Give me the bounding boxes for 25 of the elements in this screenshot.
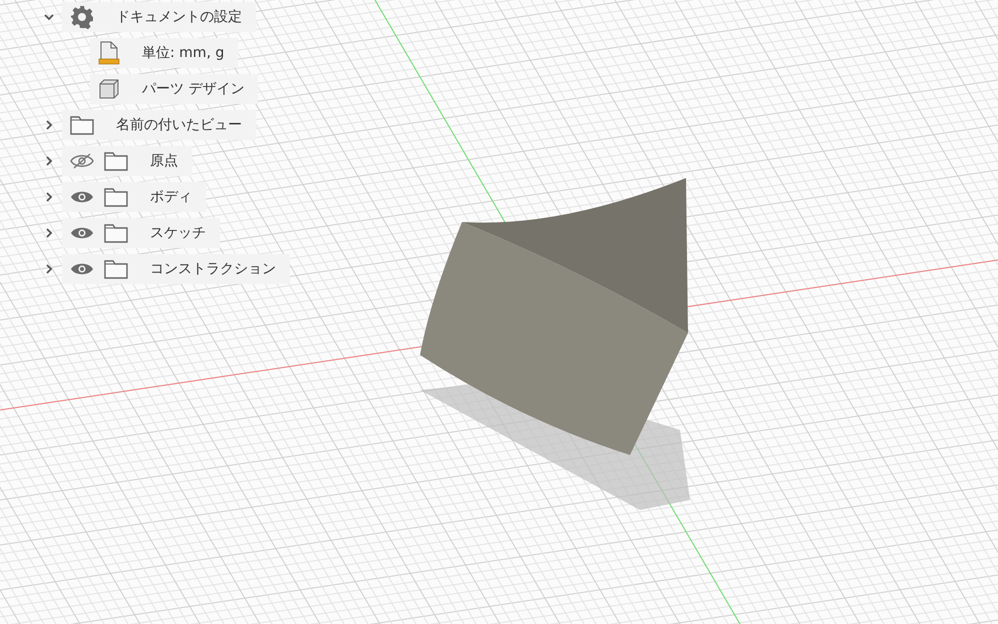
tree-item[interactable]: 原点 bbox=[62, 146, 192, 176]
folder-icon bbox=[104, 151, 128, 171]
folder-icon bbox=[104, 187, 128, 207]
tree-item[interactable]: スケッチ bbox=[62, 218, 220, 248]
item-label: 原点 bbox=[150, 152, 178, 170]
tree-item[interactable]: ボディ bbox=[62, 182, 206, 212]
eye-off-icon[interactable] bbox=[70, 152, 94, 170]
folder-icon bbox=[104, 223, 128, 243]
settings-icon bbox=[70, 5, 94, 29]
item-label: ドキュメントの設定 bbox=[116, 8, 242, 26]
item-label: 名前の付いたビュー bbox=[116, 116, 242, 134]
document-ruler-icon bbox=[98, 41, 120, 65]
tree-item[interactable]: コンストラクション bbox=[62, 254, 290, 284]
cube-icon bbox=[98, 78, 120, 100]
folder-icon bbox=[104, 259, 128, 279]
tree-item[interactable]: 名前の付いたビュー bbox=[62, 110, 256, 140]
item-label: コンストラクション bbox=[150, 260, 276, 278]
item-label: スケッチ bbox=[150, 224, 206, 242]
item-label: ボディ bbox=[150, 188, 192, 206]
item-label: 単位: mm, g bbox=[142, 44, 224, 62]
item-label: パーツ デザイン bbox=[142, 80, 244, 98]
tree-item[interactable]: パーツ デザイン bbox=[90, 74, 258, 104]
tree-item[interactable]: ドキュメントの設定 bbox=[62, 2, 256, 32]
folder-icon bbox=[70, 115, 94, 135]
tree-item[interactable]: 単位: mm, g bbox=[90, 38, 238, 68]
